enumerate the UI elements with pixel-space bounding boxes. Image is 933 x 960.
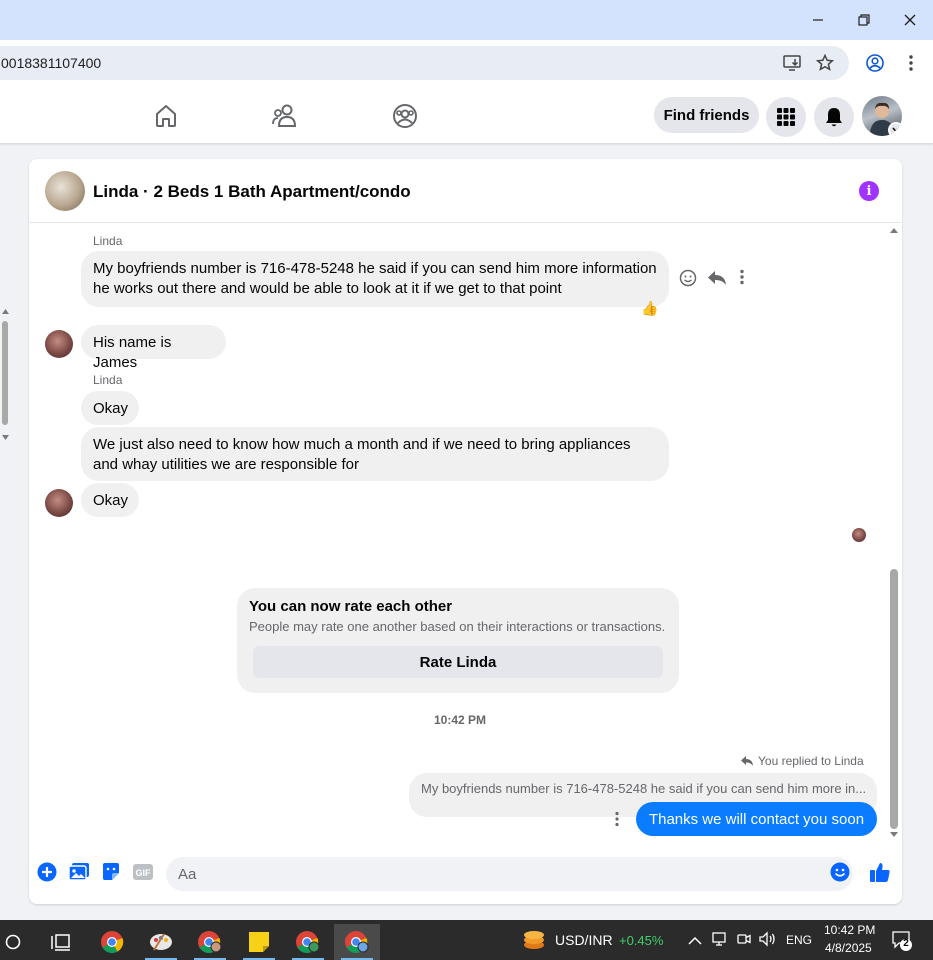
message-input[interactable]	[166, 857, 853, 891]
network-icon[interactable]	[712, 931, 728, 947]
menu-grid-icon[interactable]	[766, 97, 806, 137]
rating-card-subtitle: People may rate one another based on the…	[249, 619, 666, 634]
chat-scrollbar[interactable]	[887, 224, 901, 844]
sent-message-bubble[interactable]: Thanks we will contact you soon	[636, 802, 877, 836]
add-plus-icon[interactable]	[36, 861, 58, 883]
read-receipt-avatar	[852, 528, 866, 542]
currency-coins-icon[interactable]	[522, 929, 546, 951]
rate-linda-button[interactable]: Rate Linda	[253, 646, 663, 678]
volume-icon[interactable]	[759, 931, 777, 947]
message-bubble[interactable]: We just also need to know how much a mon…	[81, 427, 669, 481]
more-options-icon[interactable]	[739, 269, 747, 287]
clock-time[interactable]: 10:42 PM	[824, 923, 875, 937]
sender-avatar[interactable]	[45, 489, 73, 517]
task-view-icon[interactable]	[40, 924, 82, 960]
profile-icon[interactable]	[863, 51, 887, 75]
close-icon[interactable]	[895, 6, 925, 34]
rating-card-title: You can now rate each other	[249, 598, 453, 615]
reply-icon[interactable]	[707, 269, 727, 287]
bookmark-star-icon[interactable]	[813, 51, 837, 75]
chrome-icon[interactable]	[91, 924, 133, 960]
install-app-icon[interactable]	[781, 51, 805, 75]
browser-toolbar: 0018381107400	[0, 40, 933, 87]
chat-title[interactable]: Linda · 2 Beds 1 Bath Apartment/condo	[93, 182, 411, 202]
notifications-icon[interactable]	[814, 97, 854, 137]
restore-icon[interactable]	[849, 6, 879, 34]
notification-count: 2	[903, 938, 909, 949]
ticker-change: +0.45%	[619, 933, 664, 948]
chrome-profile-3-icon[interactable]	[334, 924, 380, 960]
browser-title-bar	[0, 0, 933, 40]
react-emoji-icon[interactable]	[679, 269, 697, 287]
account-avatar[interactable]	[862, 96, 902, 136]
chat-window: Linda · 2 Beds 1 Bath Apartment/condo i …	[29, 159, 902, 904]
notification-center-icon[interactable]: 2	[891, 930, 913, 952]
message-timestamp: 10:42 PM	[434, 713, 487, 727]
groups-icon[interactable]	[390, 101, 420, 131]
url-text[interactable]: 0018381107400	[1, 55, 101, 71]
chat-header: Linda · 2 Beds 1 Bath Apartment/condo i	[29, 159, 902, 223]
paint-app-icon[interactable]	[140, 924, 182, 960]
sent-message-options-icon[interactable]	[614, 811, 620, 827]
thumbs-up-icon[interactable]	[868, 861, 892, 883]
sender-name: Linda	[93, 234, 123, 248]
reply-label: You replied to Linda	[758, 754, 864, 768]
emoji-icon[interactable]	[829, 861, 851, 883]
message-bubble[interactable]: Okay	[81, 483, 139, 517]
reply-indicator-icon	[740, 754, 754, 766]
windows-taskbar: USD/INR +0.45% ENG 10:42 PM 4/8/2025 2	[0, 920, 933, 960]
chrome-profile-icon[interactable]	[189, 924, 231, 960]
find-friends-button[interactable]: Find friends	[654, 97, 759, 133]
meet-now-icon[interactable]	[737, 931, 751, 947]
photo-icon[interactable]	[68, 861, 90, 883]
address-bar[interactable]: 0018381107400	[0, 46, 849, 80]
ticker-label[interactable]: USD/INR	[555, 932, 613, 948]
page-scrollbar[interactable]	[0, 305, 12, 445]
chevron-down-icon[interactable]	[888, 122, 902, 136]
listing-thumbnail[interactable]	[45, 171, 85, 211]
message-bubble[interactable]: Okay	[81, 391, 139, 425]
rating-card: You can now rate each other People may r…	[237, 588, 679, 693]
message-bubble[interactable]: My boyfriends number is 716-478-5248 he …	[81, 251, 669, 307]
friends-icon[interactable]	[271, 101, 301, 131]
sender-avatar[interactable]	[45, 330, 73, 358]
language-indicator[interactable]: ENG	[786, 933, 812, 947]
message-composer: GIF	[29, 854, 902, 904]
info-icon[interactable]: i	[859, 181, 879, 201]
message-bubble[interactable]: His name is James	[81, 325, 226, 371]
sticky-notes-icon[interactable]	[238, 924, 280, 960]
facebook-nav-bar: Find friends	[0, 87, 933, 144]
like-reaction[interactable]: 👍	[641, 300, 658, 317]
sticker-icon[interactable]	[100, 861, 122, 883]
home-icon[interactable]	[151, 101, 181, 131]
chrome-profile-2-icon[interactable]	[287, 924, 329, 960]
chevron-up-icon[interactable]	[688, 933, 702, 945]
gif-icon[interactable]: GIF	[132, 861, 154, 883]
search-circle-icon[interactable]	[0, 924, 26, 960]
svg-text:GIF: GIF	[136, 868, 152, 878]
minimize-icon[interactable]	[803, 6, 833, 34]
clock-date[interactable]: 4/8/2025	[825, 941, 872, 955]
sender-name: Linda	[93, 373, 123, 387]
browser-menu-icon[interactable]	[899, 51, 923, 75]
